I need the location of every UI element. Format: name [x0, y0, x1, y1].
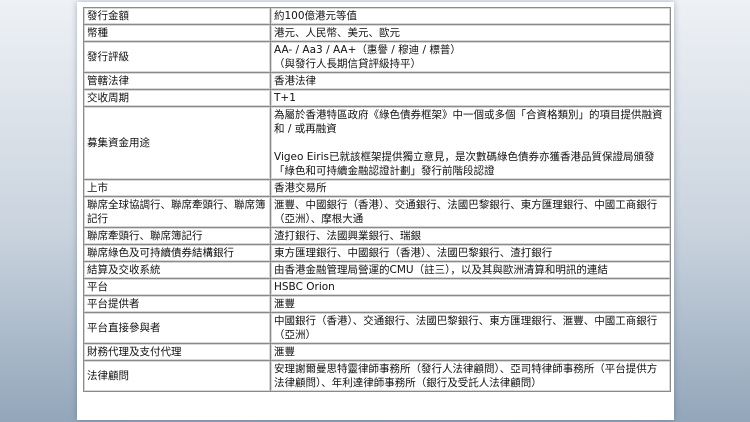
table-row: 平台提供者 滙豐 — [83, 295, 671, 313]
row-value: 滙豐 — [270, 295, 671, 313]
table-row: 聯席牽頭行、聯席簿記行 渣打銀行、法國興業銀行、瑞銀 — [83, 227, 671, 245]
row-value: 港元、人民幣、美元、歐元 — [270, 24, 671, 42]
row-value: T+1 — [270, 89, 671, 107]
value-paragraph: 為屬於香港特區政府《綠色債券框架》中一個或多個「合資格類別」的項目提供融資和 /… — [274, 109, 663, 135]
value-paragraph: 渣打銀行、法國興業銀行、瑞銀 — [274, 230, 421, 242]
row-value: 東方匯理銀行、中國銀行（香港）、法國巴黎銀行、渣打銀行 — [270, 244, 671, 262]
row-value: HSBC Orion — [270, 278, 671, 296]
row-label: 聯席綠色及可持續債券結構銀行 — [83, 244, 271, 262]
table-row: 聯席全球協調行、聯席牽頭行、聯席簿記行 滙豐、中國銀行（香港）、交通銀行、法國巴黎… — [83, 196, 671, 228]
row-label: 財務代理及支付代理 — [83, 343, 271, 361]
table-row: 幣種 港元、人民幣、美元、歐元 — [83, 24, 671, 42]
row-label: 管轄法律 — [83, 72, 271, 90]
table-row: 聯席綠色及可持續債券結構銀行 東方匯理銀行、中國銀行（香港）、法國巴黎銀行、渣打銀… — [83, 244, 671, 262]
value-paragraph: （與發行人長期信貸評級持平） — [274, 58, 421, 70]
table-row: 平台 HSBC Orion — [83, 278, 671, 296]
row-label: 平台提供者 — [83, 295, 271, 313]
row-label: 募集資金用途 — [83, 106, 271, 180]
row-label: 幣種 — [83, 24, 271, 42]
bond-terms-body: 發行金額 約100億港元等值 幣種 港元、人民幣、美元、歐元 發行評級 AA- / Aa3… — [83, 7, 671, 392]
table-row: 發行金額 約100億港元等值 — [83, 7, 671, 25]
row-value: 滙豐 — [270, 343, 671, 361]
value-paragraph: 安理謝爾曼思特靈律師事務所（發行人法律顧問）、亞司特律師事務所（平台提供方法律顧… — [274, 363, 658, 389]
row-value: 中國銀行（香港）、交通銀行、法國巴黎銀行、東方匯理銀行、滙豐、中國工商銀行（亞洲… — [270, 312, 671, 344]
row-value: 安理謝爾曼思特靈律師事務所（發行人法律顧問）、亞司特律師事務所（平台提供方法律顧… — [270, 360, 671, 392]
table-row: 上市 香港交易所 — [83, 179, 671, 197]
value-paragraph: 滙豐、中國銀行（香港）、交通銀行、法國巴黎銀行、東方匯理銀行、中國工商銀行（亞洲… — [274, 199, 658, 225]
row-label: 法律顧問 — [83, 360, 271, 392]
value-paragraph: 香港交易所 — [274, 182, 327, 194]
value-paragraph: 中國銀行（香港）、交通銀行、法國巴黎銀行、東方匯理銀行、滙豐、中國工商銀行（亞洲… — [274, 315, 658, 341]
row-value: 由香港金融管理局營運的CMU（註三），以及其與歐洲清算和明訊的連結 — [270, 261, 671, 279]
row-label: 交收周期 — [83, 89, 271, 107]
value-paragraph: 滙豐 — [274, 298, 295, 310]
row-value: 為屬於香港特區政府《綠色債券框架》中一個或多個「合資格類別」的項目提供融資和 /… — [270, 106, 671, 180]
value-paragraph: 由香港金融管理局營運的CMU（註三），以及其與歐洲清算和明訊的連結 — [274, 264, 608, 276]
row-label: 發行評級 — [83, 41, 271, 73]
table-row: 法律顧問 安理謝爾曼思特靈律師事務所（發行人法律顧問）、亞司特律師事務所（平台提供… — [83, 360, 671, 392]
row-value: 渣打銀行、法國興業銀行、瑞銀 — [270, 227, 671, 245]
value-paragraph: 滙豐 — [274, 346, 295, 358]
value-paragraph: T+1 — [274, 92, 296, 104]
row-label: 聯席牽頭行、聯席簿記行 — [83, 227, 271, 245]
row-label: 聯席全球協調行、聯席牽頭行、聯席簿記行 — [83, 196, 271, 228]
value-paragraph: 港元、人民幣、美元、歐元 — [274, 27, 400, 39]
value-paragraph: HSBC Orion — [274, 281, 335, 293]
table-row: 結算及交收系統 由香港金融管理局營運的CMU（註三），以及其與歐洲清算和明訊的連結 — [83, 261, 671, 279]
value-paragraph: 東方匯理銀行、中國銀行（香港）、法國巴黎銀行、渣打銀行 — [274, 247, 553, 259]
row-label: 平台 — [83, 278, 271, 296]
value-paragraph: 香港法律 — [274, 75, 316, 87]
row-value: 約100億港元等值 — [270, 7, 671, 25]
value-paragraph: 約100億港元等值 — [274, 10, 358, 22]
document-page: 發行金額 約100億港元等值 幣種 港元、人民幣、美元、歐元 發行評級 AA- / Aa3… — [77, 2, 674, 420]
value-paragraph: Vigeo Eiris已就該框架提供獨立意見，是次數碼綠色債券亦獲香港品質保證局… — [274, 151, 655, 177]
row-label: 上市 — [83, 179, 271, 197]
table-row: 發行評級 AA- / Aa3 / AA+（惠譽 / 穆迪 / 標普） （與發行人長期… — [83, 41, 671, 73]
row-label: 結算及交收系統 — [83, 261, 271, 279]
row-value: 滙豐、中國銀行（香港）、交通銀行、法國巴黎銀行、東方匯理銀行、中國工商銀行（亞洲… — [270, 196, 671, 228]
table-row: 募集資金用途 為屬於香港特區政府《綠色債券框架》中一個或多個「合資格類別」的項目提… — [83, 106, 671, 180]
row-value: 香港交易所 — [270, 179, 671, 197]
row-label: 平台直接參與者 — [83, 312, 271, 344]
table-row: 財務代理及支付代理 滙豐 — [83, 343, 671, 361]
table-row: 平台直接參與者 中國銀行（香港）、交通銀行、法國巴黎銀行、東方匯理銀行、滙豐、中國… — [83, 312, 671, 344]
row-value: 香港法律 — [270, 72, 671, 90]
row-label: 發行金額 — [83, 7, 271, 25]
table-row: 交收周期 T+1 — [83, 89, 671, 107]
bond-terms-table: 發行金額 約100億港元等值 幣種 港元、人民幣、美元、歐元 發行評級 AA- / Aa3… — [83, 7, 671, 392]
row-value: AA- / Aa3 / AA+（惠譽 / 穆迪 / 標普） （與發行人長期信貸評級… — [270, 41, 671, 73]
value-paragraph: AA- / Aa3 / AA+（惠譽 / 穆迪 / 標普） — [274, 44, 461, 56]
table-row: 管轄法律 香港法律 — [83, 72, 671, 90]
